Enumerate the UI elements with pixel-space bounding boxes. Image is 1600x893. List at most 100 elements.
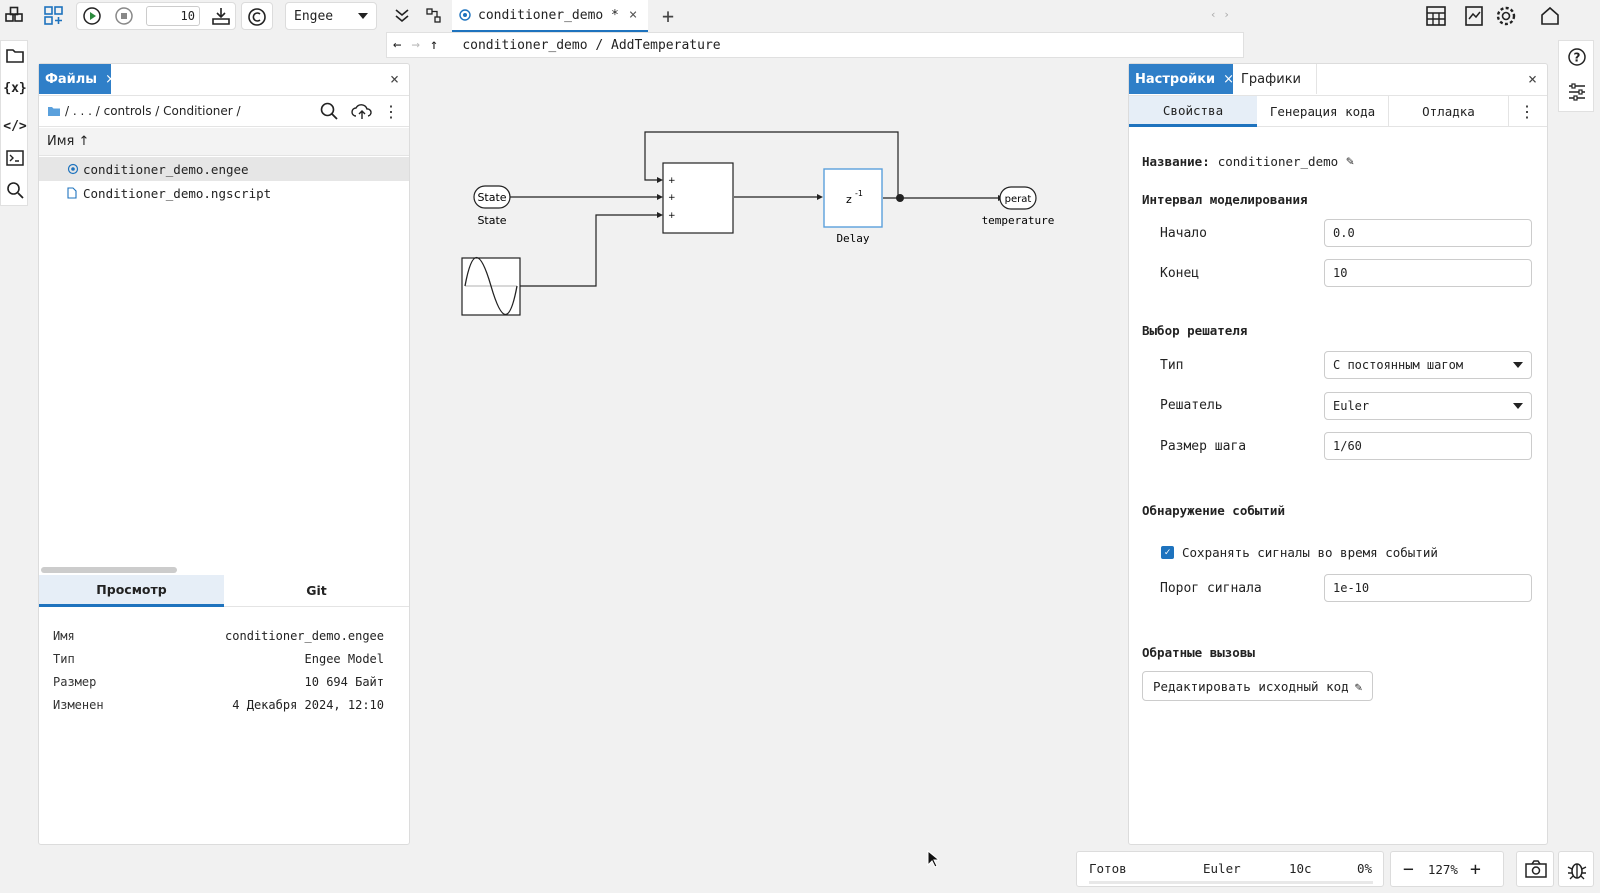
tab-conditioner-demo[interactable]: conditioner_demo * × (452, 0, 648, 32)
step-size-label: Размер шага (1160, 439, 1247, 454)
variables-icon[interactable]: {x} (3, 77, 26, 99)
file-row[interactable]: conditioner_demo.engee (39, 157, 409, 181)
folder-icon[interactable] (4, 45, 26, 67)
tab-files-label: Файлы (45, 71, 98, 87)
close-icon[interactable]: × (629, 7, 637, 23)
gear-icon[interactable] (1490, 0, 1522, 32)
help-icon[interactable]: ? (1566, 46, 1588, 68)
start-value: 0.0 (1333, 226, 1355, 240)
solver-select[interactable]: Euler (1324, 392, 1532, 420)
script-file-icon (67, 187, 77, 199)
scroll-tabs-icon[interactable]: ‹ › (1210, 8, 1230, 21)
graphs-icon[interactable] (1458, 0, 1490, 32)
breadcrumb[interactable]: conditioner_demo / AddTemperature (462, 38, 720, 53)
model-name-row: Название: conditioner_demo ✎ (1142, 154, 1354, 169)
file-row[interactable]: Conditioner_demo.ngscript (39, 181, 409, 205)
engine-select[interactable]: Engee (285, 2, 377, 30)
top-toolbar: 10 Engee conditioner_demo * × + ‹ › (0, 0, 1600, 32)
zoom-out-icon[interactable]: − (1403, 859, 1414, 880)
close-icon[interactable]: × (105, 72, 116, 87)
code-icon[interactable]: </> (3, 115, 26, 137)
screenshot-button[interactable] (1516, 851, 1554, 887)
back-arrow-icon[interactable]: ← (393, 37, 401, 53)
start-field[interactable]: 0.0 (1324, 219, 1532, 247)
chevron-down-icon (1513, 362, 1523, 368)
camera-icon (1525, 860, 1547, 878)
tab-settings[interactable]: Настройки × (1129, 64, 1234, 94)
add-block-icon[interactable] (40, 0, 68, 32)
type-select[interactable]: С постоянным шагом (1324, 351, 1532, 379)
tab-debug[interactable]: Отладка (1389, 96, 1509, 127)
edit-source-label: Редактировать исходный код (1153, 678, 1349, 694)
data-inspector-icon[interactable] (1420, 0, 1452, 32)
status-solver: Euler (1203, 861, 1241, 876)
info-key: Имя (53, 629, 75, 643)
step-size-field[interactable]: 1/60 (1324, 432, 1532, 460)
debug-button[interactable] (1558, 851, 1594, 887)
status-text: Готов (1089, 861, 1127, 876)
threshold-label: Порог сигнала (1160, 581, 1262, 596)
up-arrow-icon[interactable]: ↑ (430, 37, 438, 53)
collapse-all-icon[interactable] (390, 0, 414, 32)
tab-settings-label: Настройки (1135, 71, 1216, 87)
delay-exponent: -1 (855, 189, 863, 198)
temperature-outport-label: perat (1005, 194, 1032, 205)
status-bar: Готов Euler 10с 0% (1076, 851, 1384, 887)
tab-properties[interactable]: Свойства (1129, 96, 1257, 127)
start-label: Начало (1160, 226, 1207, 241)
info-key: Размер (53, 675, 97, 689)
zoom-level: 127% (1427, 861, 1458, 877)
section-event-detection: Обнаружение событий (1142, 503, 1285, 518)
threshold-field[interactable]: 1e-10 (1324, 574, 1532, 602)
type-label: Тип (1160, 358, 1184, 373)
stop-icon[interactable] (112, 0, 136, 32)
tab-code-generation[interactable]: Генерация кода (1257, 96, 1389, 127)
end-value: 10 (1333, 266, 1348, 280)
more-vertical-icon[interactable]: ⋮ (1519, 102, 1535, 121)
branch-point (896, 194, 904, 202)
edit-source-button[interactable]: Редактировать исходный код ✎ (1142, 671, 1374, 701)
zoom-in-icon[interactable]: + (1470, 859, 1481, 880)
tab-files[interactable]: Файлы × (39, 64, 116, 94)
terminal-icon[interactable] (4, 147, 26, 169)
search-icon[interactable] (319, 101, 339, 121)
diagram-canvas[interactable]: State State + + + z -1 Delay perat tempe… (412, 60, 1126, 840)
engine-select-value: Engee (294, 8, 334, 24)
files-panel: Файлы × × / . . . / controls / Condition… (38, 63, 410, 845)
chevron-down-icon (1513, 403, 1523, 409)
tab-preview[interactable]: Просмотр (39, 575, 224, 607)
codegen-button[interactable] (241, 2, 273, 30)
deploy-icon[interactable] (208, 0, 234, 32)
mouse-cursor-icon (927, 850, 939, 868)
state-inport-caption: State (477, 214, 506, 227)
add-tab-icon[interactable]: + (656, 0, 680, 32)
tab-git[interactable]: Git (224, 575, 409, 607)
horizontal-scrollbar[interactable] (41, 567, 177, 573)
close-panel-icon[interactable]: × (1528, 70, 1537, 88)
home-icon[interactable] (1534, 0, 1566, 32)
simulation-time-input[interactable]: 10 (146, 6, 200, 26)
file-name: Conditioner_demo.ngscript (83, 185, 272, 201)
sliders-icon[interactable] (1566, 81, 1588, 103)
more-vertical-icon[interactable]: ⋮ (383, 102, 399, 121)
settings-subtabs: Свойства Генерация кода Отладка ⋮ (1129, 95, 1547, 127)
pencil-icon[interactable]: ✎ (1346, 154, 1354, 169)
delay-block[interactable] (823, 168, 883, 228)
run-icon[interactable] (80, 0, 104, 32)
search-icon[interactable] (4, 179, 26, 201)
close-panel-icon[interactable]: × (390, 70, 399, 88)
forward-arrow-icon[interactable]: → (411, 37, 419, 53)
blocks-library-icon[interactable] (2, 0, 26, 32)
end-field[interactable]: 10 (1324, 259, 1532, 287)
breadcrumb-path[interactable]: / . . . / controls / Conditioner / (65, 104, 241, 118)
zoom-control: − 127% + (1390, 851, 1504, 887)
name-value: conditioner_demo (1217, 154, 1339, 169)
tab-graphs[interactable]: Графики (1233, 64, 1317, 94)
delay-symbol: z (846, 193, 852, 206)
column-header-name[interactable]: Имя ↑ (39, 128, 409, 156)
hierarchy-icon[interactable] (422, 0, 446, 32)
save-signals-checkbox[interactable]: ✓ (1161, 546, 1174, 559)
file-name: conditioner_demo.engee (83, 161, 249, 177)
upload-icon[interactable] (351, 101, 373, 121)
model-icon (459, 9, 471, 21)
